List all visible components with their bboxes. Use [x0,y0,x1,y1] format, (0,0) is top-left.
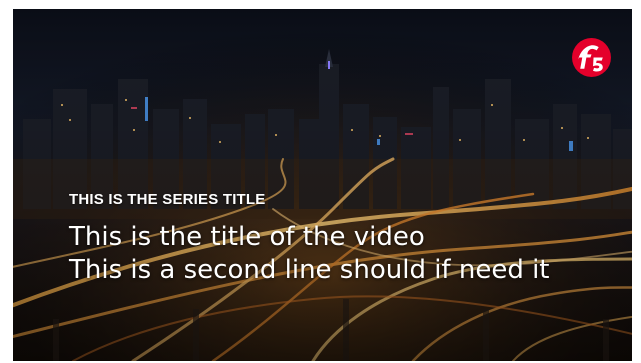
video-title-line-1: This is the title of the video [69,222,425,252]
city-night-highway-image [13,9,632,361]
title-overlay: THIS IS THE SERIES TITLE This is the tit… [69,191,629,287]
video-title: This is the title of the video This is a… [69,221,629,287]
f5-logo-icon [572,38,611,77]
video-thumbnail[interactable]: THIS IS THE SERIES TITLE This is the tit… [13,9,632,361]
series-title: THIS IS THE SERIES TITLE [69,191,266,208]
video-title-line-2: This is a second line should if need it [69,255,550,285]
